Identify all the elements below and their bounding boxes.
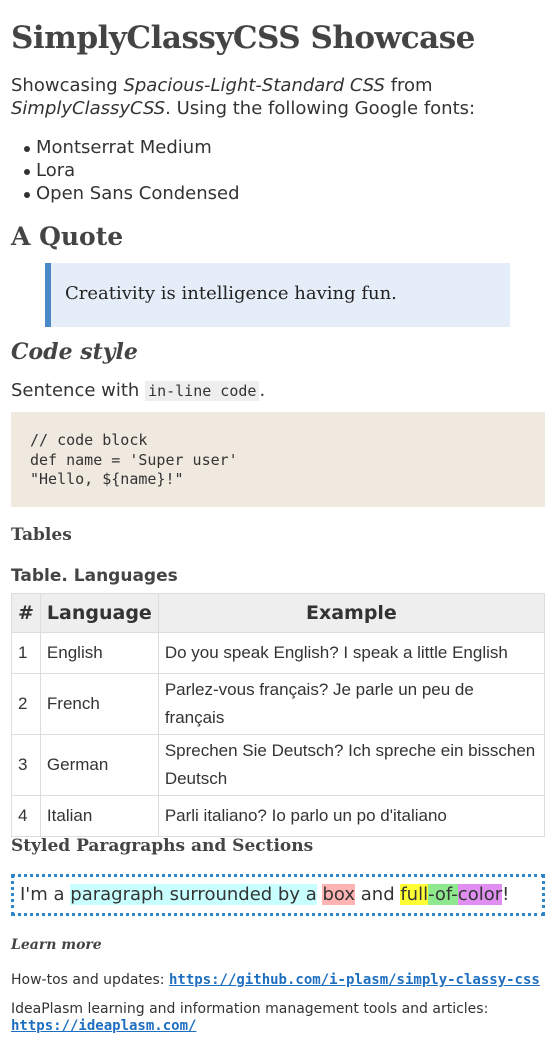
table-caption: Table. Languages [11, 566, 178, 586]
intro-paragraph: Showcasing Spacious-Light-Standard CSS f… [11, 74, 545, 120]
font-list-item: Montserrat Medium [23, 136, 240, 159]
cell-num: 1 [11, 632, 41, 674]
highlight-pink: box [322, 884, 356, 905]
cell-language: English [39, 632, 159, 674]
cell-num: 4 [11, 795, 41, 837]
learn-more-heading: Learn more [11, 937, 102, 953]
howtos-prefix: How-tos and updates: [11, 972, 169, 988]
styled-text: I'm a [20, 884, 71, 905]
howtos-line: How-tos and updates: https://github.com/… [11, 972, 540, 988]
quote-heading: A Quote [11, 222, 124, 251]
tables-heading: Tables [11, 525, 72, 545]
cell-num: 3 [11, 734, 41, 796]
header-language: Language [39, 593, 159, 633]
intro-prefix: Showcasing [11, 75, 124, 96]
intro-css-name: Spacious-Light-Standard CSS [123, 75, 385, 96]
page-title: SimplyClassyCSS Showcase [11, 20, 475, 56]
ideaplasm-prefix: IdeaPlasm learning and information manag… [11, 1001, 489, 1017]
header-num: # [11, 593, 41, 633]
table-row: 4 Italian Parli italiano? Io parlo un po… [11, 795, 546, 837]
styled-text: ! [502, 884, 510, 905]
cell-example: Sprechen Sie Deutsch? Ich spreche ein bi… [157, 734, 546, 796]
header-example: Example [157, 593, 546, 633]
styled-heading: Styled Paragraphs and Sections [11, 836, 314, 856]
highlight-violet: color [457, 884, 503, 905]
quote-text: Creativity is intelligence having fun. [65, 283, 397, 304]
cell-example: Do you speak English? I speak a little E… [157, 632, 546, 674]
boxed-paragraph: I'm a paragraph surrounded by a box and … [11, 874, 545, 916]
table-row: 1 English Do you speak English? I speak … [11, 632, 546, 674]
code-line: "Hello, ${name}!" [30, 470, 184, 488]
table-row: 3 German Sprechen Sie Deutsch? Ich sprec… [11, 734, 546, 796]
code-sentence: Sentence with in-line code. [11, 379, 265, 403]
cell-example: Parlez-vous français? Je parle un peu de… [157, 673, 546, 735]
intro-suffix: . Using the following Google fonts: [165, 98, 476, 119]
inline-code: in-line code [145, 381, 260, 401]
blockquote: Creativity is intelligence having fun. [45, 263, 510, 327]
table-header-row: # Language Example [11, 593, 546, 633]
cell-example: Parli italiano? Io parlo un po d'italian… [157, 795, 546, 837]
highlight-cyan: paragraph surrounded by a [70, 884, 317, 905]
code-block: // code block def name = 'Super user' "H… [11, 412, 545, 507]
highlight-yellow: full [400, 884, 429, 905]
font-list-item: Open Sans Condensed [23, 182, 240, 205]
code-style-heading: Code style [11, 339, 138, 365]
code-line: def name = 'Super user' [30, 450, 238, 469]
highlight-green: -of- [428, 884, 458, 905]
sentence-suffix: . [259, 380, 266, 401]
cell-language: French [39, 673, 159, 735]
ideaplasm-line: IdeaPlasm learning and information manag… [11, 1001, 545, 1035]
fonts-list: Montserrat Medium Lora Open Sans Condens… [23, 136, 240, 205]
sentence-prefix: Sentence with [11, 380, 146, 401]
code-line: // code block [30, 431, 148, 449]
cell-num: 2 [11, 673, 41, 735]
table-row: 2 French Parlez-vous français? Je parle … [11, 673, 546, 735]
font-list-item: Lora [23, 159, 240, 182]
languages-table: # Language Example 1 English Do you spea… [11, 593, 546, 837]
ideaplasm-link[interactable]: https://ideaplasm.com/ [11, 1018, 196, 1034]
github-link[interactable]: https://github.com/i-plasm/simply-classy… [169, 972, 540, 988]
styled-text: and [355, 884, 401, 905]
cell-language: German [39, 734, 159, 796]
intro-site-name: SimplyClassyCSS [11, 98, 166, 119]
intro-middle: from [384, 75, 433, 96]
cell-language: Italian [39, 795, 159, 837]
